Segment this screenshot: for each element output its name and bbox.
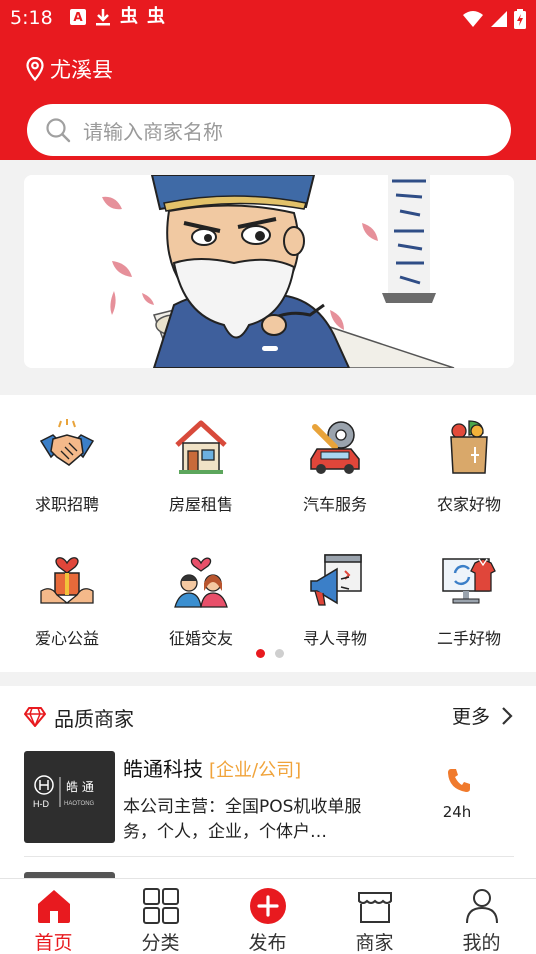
category-label: 求职招聘 [34, 495, 99, 514]
location-label: 尤溪县 [50, 58, 113, 82]
search-input[interactable]: 请输入商家名称 [27, 104, 511, 156]
merchant-card[interactable]: H-D 皓 通 HAOTONG 皓通科技 [企业/公司] 本公司主营：全国POS机… [24, 751, 514, 843]
category-item[interactable]: 爱心公益 [0, 551, 134, 649]
handshake-icon [39, 419, 95, 466]
category-label: 二手好物 [436, 629, 501, 648]
category-item[interactable]: 征婚交友 [134, 551, 268, 649]
pager-dot-active [256, 649, 265, 658]
merchant-tag: [企业/公司] [209, 760, 302, 781]
svg-text:皓 通: 皓 通 [66, 780, 94, 794]
svg-text:HAOTONG: HAOTONG [64, 801, 95, 807]
tab-home[interactable]: 首页 [0, 879, 107, 954]
tab-label: 分类 [141, 932, 180, 954]
call-button[interactable] [441, 767, 477, 797]
home-icon [37, 890, 70, 923]
category-label: 爱心公益 [34, 629, 99, 648]
battery-icon [514, 9, 526, 29]
tab-label: 我的 [462, 932, 501, 954]
tab-label: 首页 [34, 932, 73, 954]
bug-notification-icon: 虫 [120, 6, 138, 27]
app-screen: 5:18 A 虫 虫 尤溪县 请输入商家名称 求职招聘 房屋租售 汽车服务 农家… [0, 0, 536, 954]
signal-icon [491, 11, 507, 27]
category-item[interactable]: 汽车服务 [268, 417, 402, 515]
house-icon [175, 420, 227, 474]
bottom-tab-bar: 首页 分类 发布 商家 我的 [0, 878, 536, 954]
user-icon [465, 889, 498, 924]
phone-icon [448, 769, 470, 792]
tab-label: 商家 [355, 932, 394, 954]
status-time: 5:18 [10, 7, 53, 29]
header: 5:18 A 虫 虫 尤溪县 请输入商家名称 [0, 0, 536, 160]
tab-publish[interactable]: 发布 [214, 879, 321, 954]
category-label: 征婚交友 [168, 629, 233, 648]
category-pager [256, 649, 284, 658]
charity-gift-icon [40, 557, 94, 604]
pager-dot [275, 649, 284, 658]
category-item[interactable]: 寻人寻物 [268, 551, 402, 649]
a-notification-icon: A [70, 9, 86, 25]
svg-text:H-D: H-D [33, 799, 49, 809]
category-grid: 求职招聘 房屋租售 汽车服务 农家好物 爱心公益 征婚交友 寻人寻物 二手好物 [0, 395, 536, 672]
banner-indicator [262, 346, 278, 351]
divider [24, 856, 514, 857]
secondhand-monitor-icon [442, 558, 496, 604]
merchant-name: 皓通科技 [123, 757, 203, 781]
category-item[interactable]: 农家好物 [402, 417, 536, 515]
produce-bag-icon [450, 420, 488, 474]
car-service-icon [310, 421, 360, 474]
grid-icon [142, 888, 179, 924]
location-selector[interactable]: 尤溪县 [26, 54, 113, 84]
tab-label: 发布 [248, 932, 287, 954]
more-link[interactable]: 更多 [452, 702, 516, 729]
megaphone-icon [310, 554, 362, 606]
more-label: 更多 [451, 706, 490, 728]
shop-icon [357, 892, 392, 923]
search-icon [46, 118, 71, 143]
category-label: 农家好物 [436, 495, 501, 514]
merchant-hours: 24h [442, 803, 472, 821]
plus-circle-icon [249, 888, 286, 924]
category-item[interactable]: 房屋租售 [134, 417, 268, 515]
category-label: 寻人寻物 [302, 629, 367, 648]
merchant-logo-mark: H-D 皓 通 HAOTONG [33, 775, 95, 809]
promo-banner[interactable] [24, 175, 514, 368]
chevron-right-icon [502, 706, 513, 725]
couple-icon [174, 557, 228, 608]
banner-illustration [24, 175, 514, 368]
merchant-section: 品质商家 更多 H-D 皓 通 HAOTONG 皓通科技 [企业/公司] 本公司… [0, 686, 536, 892]
tab-mine[interactable]: 我的 [428, 879, 535, 954]
wifi-icon [463, 11, 483, 27]
search-placeholder: 请输入商家名称 [83, 119, 223, 144]
merchant-description: 本公司主营：全国POS机收单服务，个人，企业，个体户… [123, 797, 362, 842]
category-item[interactable]: 二手好物 [402, 551, 536, 649]
merchant-logo: H-D 皓 通 HAOTONG [24, 751, 115, 843]
diamond-icon [24, 707, 46, 727]
section-title: 品质商家 [54, 706, 134, 731]
tab-merchants[interactable]: 商家 [321, 879, 428, 954]
location-pin-icon [26, 57, 44, 81]
tab-category[interactable]: 分类 [107, 879, 214, 954]
category-label: 房屋租售 [168, 495, 233, 514]
status-bar: 5:18 A 虫 虫 [0, 0, 536, 38]
download-icon [96, 9, 110, 26]
category-label: 汽车服务 [302, 495, 367, 514]
category-item[interactable]: 求职招聘 [0, 417, 134, 515]
bug-notification-icon: 虫 [147, 6, 165, 27]
